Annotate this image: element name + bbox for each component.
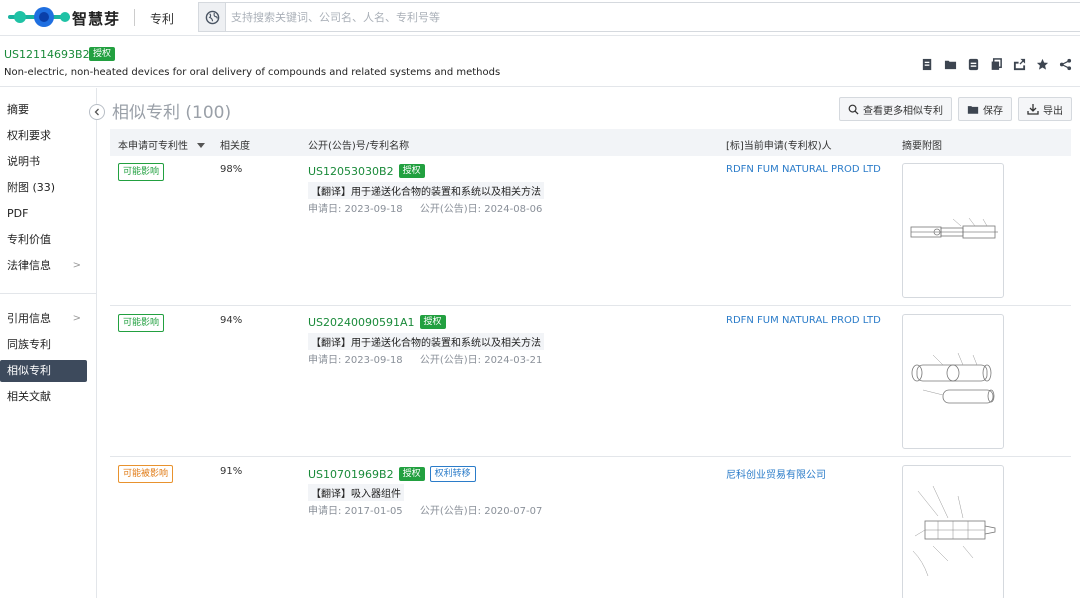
patent-number[interactable]: US12114693B2: [4, 48, 90, 61]
column-patentability[interactable]: 本申请可专利性: [118, 137, 206, 152]
chevron-right-icon: >: [72, 260, 81, 271]
toolbar: [918, 56, 1074, 72]
patent-title: 【翻译】吸入器组件: [308, 484, 404, 501]
section-count: (100): [185, 103, 232, 123]
column-pubno: 公开(公告)号/专利名称: [308, 141, 410, 152]
export-button[interactable]: 导出: [1018, 97, 1072, 121]
publication-date: 公开(公告)日: 2024-03-21: [419, 355, 543, 366]
abstract-figure[interactable]: [902, 314, 1004, 449]
document-icon[interactable]: [918, 56, 936, 72]
download-icon: [1027, 104, 1039, 115]
publication-number[interactable]: US12053030B2 授权: [308, 164, 425, 178]
application-date: 申请日: 2023-09-18: [308, 204, 403, 215]
chevron-right-icon: >: [72, 313, 81, 324]
application-date: 申请日: 2017-01-05: [308, 506, 403, 517]
transfer-tag: 权利转移: [429, 466, 476, 482]
status-badge: 授权: [398, 164, 425, 178]
column-owner: [标]当前申请(专利权)人: [726, 141, 832, 152]
dates: 申请日: 2017-01-05 公开(公告)日: 2020-07-07: [308, 502, 556, 517]
star-icon[interactable]: [1033, 56, 1051, 72]
table-row: 可能影响 94% US20240090591A1 授权 【翻译】用于递送化合物的…: [110, 307, 1071, 457]
module-label[interactable]: 专利: [150, 10, 174, 27]
sidebar-item-similar[interactable]: 相似专利: [0, 360, 87, 382]
owner-link[interactable]: RDFN FUM NATURAL PROD LTD: [726, 164, 881, 175]
share-box-icon[interactable]: [1010, 56, 1028, 72]
sidebar-item-claims[interactable]: 权利要求: [0, 125, 87, 147]
impact-tag: 可能被影响: [118, 465, 174, 483]
chevron-left-icon: [94, 108, 99, 116]
logo-icon: [8, 7, 70, 27]
sidebar-item-description[interactable]: 说明书: [0, 151, 87, 173]
relevance: 94%: [220, 315, 243, 326]
publication-number[interactable]: US20240090591A1 授权: [308, 315, 446, 329]
action-bar: 查看更多相似专利 保存 导出: [839, 97, 1072, 121]
column-figure: 摘要附图: [902, 141, 942, 152]
sidebar-item-figures[interactable]: 附图 (33): [0, 177, 87, 199]
sidebar-item-pdf[interactable]: PDF: [0, 203, 87, 225]
sidebar-item-abstract[interactable]: 摘要: [0, 99, 87, 121]
logo-text: 智慧芽: [72, 10, 121, 28]
more-similar-button[interactable]: 查看更多相似专利: [839, 97, 952, 121]
impact-tag: 可能影响: [118, 163, 165, 181]
save-button[interactable]: 保存: [958, 97, 1012, 121]
top-bar: 智慧芽 专利: [0, 0, 1080, 36]
sidebar-item-citations[interactable]: 引用信息 >: [0, 308, 87, 330]
sidebar-item-value[interactable]: 专利价值: [0, 229, 87, 251]
publication-date: 公开(公告)日: 2024-08-06: [419, 204, 543, 215]
status-badge: 授权: [398, 467, 425, 481]
patent-title: 【翻译】用于递送化合物的装置和系统以及相关方法: [308, 182, 544, 199]
table-header: 本申请可专利性 相关度 公开(公告)号/专利名称 [标]当前申请(专利权)人 摘…: [110, 129, 1071, 156]
publication-number[interactable]: US10701969B2 授权 权利转移: [308, 466, 476, 482]
sidebar-item-family[interactable]: 同族专利: [0, 334, 87, 356]
logo[interactable]: [8, 6, 70, 28]
search-icon: [848, 104, 859, 115]
divider: [134, 9, 135, 26]
status-badge: 授权: [419, 315, 446, 329]
column-relevance: 相关度: [220, 141, 250, 152]
folder-icon: [967, 105, 979, 114]
sidebar-divider: [0, 293, 96, 294]
section-title: 相似专利 (100): [112, 103, 232, 123]
abstract-figure[interactable]: [902, 163, 1004, 298]
dates: 申请日: 2023-09-18 公开(公告)日: 2024-08-06: [308, 200, 556, 215]
sidebar-item-literature[interactable]: 相关文献: [0, 386, 87, 408]
status-badge: 授权: [89, 47, 116, 61]
impact-tag: 可能影响: [118, 314, 165, 332]
search-bar: [198, 2, 1080, 32]
publication-date: 公开(公告)日: 2020-07-07: [419, 506, 543, 517]
patent-title: Non-electric, non-heated devices for ora…: [4, 67, 501, 78]
database-icon[interactable]: [964, 56, 982, 72]
abstract-figure[interactable]: [902, 465, 1004, 598]
relevance: 98%: [220, 164, 243, 175]
globe-icon[interactable]: [199, 3, 226, 31]
sidebar-item-legal[interactable]: 法律信息 >: [0, 255, 87, 277]
table-row: 可能被影响 91% US10701969B2 授权 权利转移 【翻译】吸入器组件…: [110, 458, 1071, 598]
caret-down-icon: [197, 143, 206, 148]
main-panel: 相似专利 (100) 查看更多相似专利 保存 导出 本申请可专利性 相关度 公开…: [98, 88, 1080, 598]
dates: 申请日: 2023-09-18 公开(公告)日: 2024-03-21: [308, 351, 556, 366]
patent-title: 【翻译】用于递送化合物的装置和系统以及相关方法: [308, 333, 544, 350]
owner-link[interactable]: 尼科创业贸易有限公司: [726, 466, 826, 481]
share-icon[interactable]: [1056, 56, 1074, 72]
relevance: 91%: [220, 466, 243, 477]
copy-icon[interactable]: [987, 56, 1005, 72]
application-date: 申请日: 2023-09-18: [308, 355, 403, 366]
table-row: 可能影响 98% US12053030B2 授权 【翻译】用于递送化合物的装置和…: [110, 156, 1071, 306]
patent-header: US12114693B2 授权 Non-electric, non-heated…: [0, 37, 1080, 87]
search-input[interactable]: [231, 8, 1051, 26]
collapse-sidebar-button[interactable]: [89, 104, 105, 120]
owner-link[interactable]: RDFN FUM NATURAL PROD LTD: [726, 315, 881, 326]
folder-icon[interactable]: [941, 56, 959, 72]
sidebar: 摘要 权利要求 说明书 附图 (33) PDF 专利价值 法律信息 > 引用信息 >…: [0, 88, 97, 598]
